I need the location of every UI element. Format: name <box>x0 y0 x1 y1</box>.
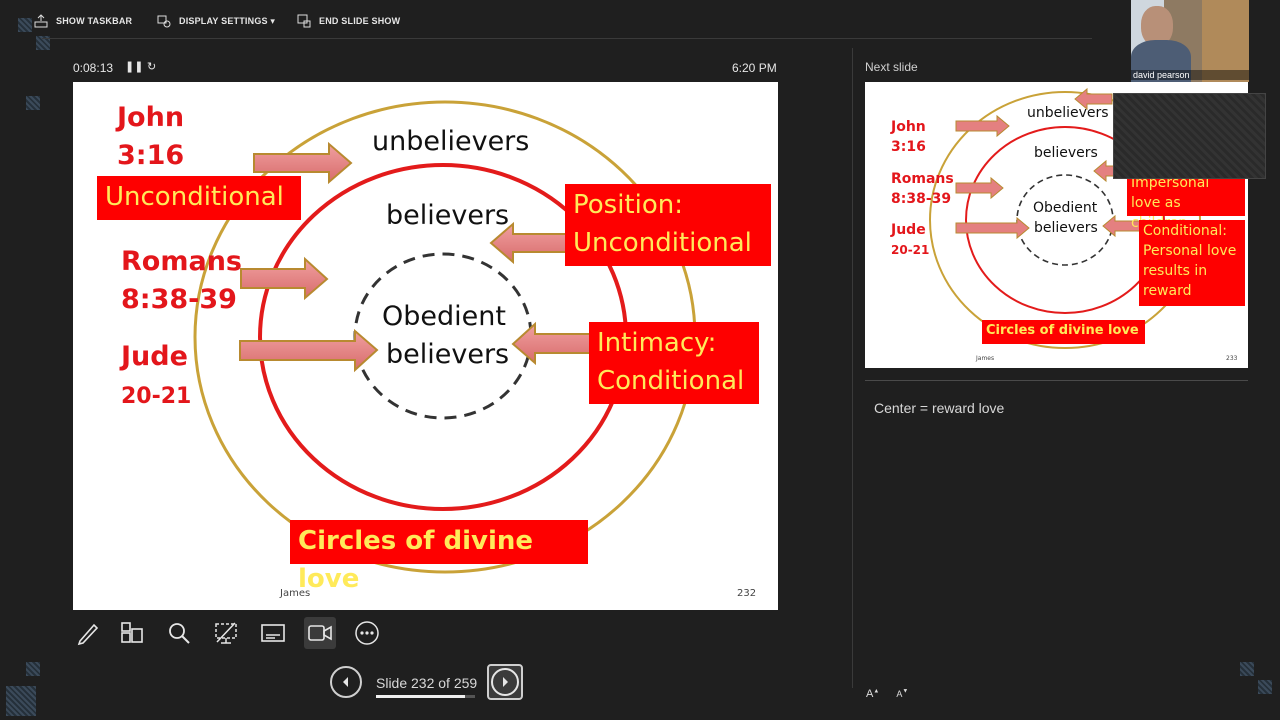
label-romans: Romans <box>121 246 242 277</box>
restart-icon: ↻ <box>147 61 157 73</box>
next-label-jude: Jude <box>891 222 926 238</box>
label-jude: Jude <box>121 341 188 372</box>
more-options-button[interactable] <box>351 617 383 649</box>
show-taskbar-label: SHOW TASKBAR <box>56 16 133 26</box>
next-title-box: Circles of divine love <box>982 320 1145 344</box>
intimacy-box: Intimacy: Conditional <box>589 322 759 404</box>
display-settings-label: DISPLAY SETTINGS ▾ <box>179 15 276 26</box>
next-circle-obedient-believers: believers <box>1034 220 1098 236</box>
next-slide-title: Circles of divine love <box>986 323 1139 338</box>
notes-divider <box>865 380 1248 381</box>
restart-timer-button[interactable]: ↻ <box>147 60 156 73</box>
corner-decoration <box>26 662 40 676</box>
unconditional-box: Unconditional <box>97 176 301 220</box>
webcam-name: david pearson <box>1133 70 1190 80</box>
webcam-name-label: david pearson <box>1131 70 1249 80</box>
next-label-john-ref: 3:16 <box>891 139 926 155</box>
display-settings-button[interactable]: DISPLAY SETTINGS ▾ <box>157 12 275 30</box>
position-line-1: Position: <box>573 190 683 220</box>
zoom-button[interactable] <box>163 617 195 649</box>
more-icon <box>355 621 379 645</box>
notes-font-controls: A▲ A▼ <box>866 688 908 700</box>
next-slide-page-number: 233 <box>1226 355 1238 362</box>
next-label-romans-ref: 8:38-39 <box>891 191 952 207</box>
next-conditional-line-2: Personal love <box>1143 243 1237 259</box>
previous-slide-button[interactable] <box>330 666 362 698</box>
decrease-font-button[interactable]: A▼ <box>896 688 908 700</box>
pause-icon: ❚❚ <box>125 61 144 73</box>
circle-label-believers: believers <box>386 200 510 231</box>
corner-decoration <box>6 686 36 716</box>
intimacy-line-1: Intimacy: <box>597 328 717 358</box>
slide-page-number: 232 <box>737 588 757 599</box>
show-taskbar-button[interactable]: SHOW TASKBAR <box>34 12 132 30</box>
corner-decoration <box>1240 662 1254 676</box>
video-camera-icon <box>308 625 332 641</box>
next-slide-button[interactable] <box>487 664 523 700</box>
magnifier-icon <box>169 623 190 644</box>
slide-progress-bar <box>376 695 475 698</box>
slide-counter: Slide 232 of 259 <box>376 675 478 691</box>
circle-label-obedient-believers: believers <box>386 339 510 370</box>
current-time: 6:20 PM <box>732 61 777 75</box>
pen-tool-button[interactable] <box>72 617 104 649</box>
subtitles-button[interactable] <box>257 617 289 649</box>
corner-decoration <box>26 96 40 110</box>
increase-font-button[interactable]: A▲ <box>866 688 879 700</box>
display-settings-icon <box>157 15 171 28</box>
next-circle-unbelievers: unbelievers <box>1027 105 1109 121</box>
slide-progress-fill <box>376 695 465 698</box>
see-all-slides-button[interactable] <box>116 617 148 649</box>
toolbar-divider <box>42 38 1092 39</box>
next-label-romans: Romans <box>891 171 954 187</box>
next-conditional-line-3: results in <box>1143 263 1208 279</box>
position-box: Position: Unconditional <box>565 184 771 266</box>
unconditional-text: Unconditional <box>105 182 284 212</box>
label-john: John <box>117 102 185 133</box>
black-screen-button[interactable] <box>210 617 242 649</box>
current-slide[interactable]: John 3:16 Romans 8:38-39 Jude 20-21 Unco… <box>73 82 778 610</box>
label-john-ref: 3:16 <box>117 140 185 171</box>
label-romans-ref: 8:38-39 <box>121 284 237 315</box>
label-jude-ref: 20-21 <box>121 384 192 409</box>
next-conditional-line-4: reward <box>1143 283 1192 299</box>
end-slide-show-label: END SLIDE SHOW <box>319 16 401 26</box>
slides-grid-icon <box>121 622 143 643</box>
elapsed-timer: 0:08:13 <box>73 61 114 75</box>
end-slide-show-button[interactable]: END SLIDE SHOW <box>297 12 400 30</box>
circle-label-obedient: Obedient <box>382 301 506 332</box>
previous-icon <box>343 677 348 687</box>
panel-divider <box>852 48 853 688</box>
arrow-romans <box>240 256 329 301</box>
next-circle-believers: believers <box>1034 145 1098 161</box>
next-label-jude-ref: 20-21 <box>891 243 930 257</box>
subtitles-icon <box>261 624 285 642</box>
pen-icon <box>77 623 99 646</box>
arrow-intimacy <box>511 321 591 366</box>
circle-label-unbelievers: unbelievers <box>372 126 530 157</box>
pause-timer-button[interactable]: ❚❚ <box>125 60 143 73</box>
secondary-video-tile <box>1113 93 1266 179</box>
next-slide-footer: James <box>976 355 995 362</box>
camera-toggle-button[interactable] <box>304 617 336 649</box>
next-conditional-box: Conditional: Personal love results in re… <box>1139 220 1245 306</box>
next-label-john: John <box>891 119 926 135</box>
next-conditional-line-1: Conditional: <box>1143 223 1227 239</box>
corner-decoration <box>1258 680 1272 694</box>
next-icon <box>503 677 508 687</box>
next-circle-obedient: Obedient <box>1033 200 1098 216</box>
next-slide-heading: Next slide <box>865 60 918 74</box>
slide-footer: James <box>280 588 311 599</box>
end-show-icon <box>297 14 311 28</box>
screen-toggle-icon <box>215 622 237 644</box>
intimacy-line-2: Conditional <box>597 366 745 396</box>
speaker-notes[interactable]: Center = reward love <box>874 400 1004 416</box>
slide-title-box: Circles of divine love <box>290 520 588 594</box>
inner-ring <box>353 252 533 420</box>
presenter-toolbar: SHOW TASKBAR DISPLAY SETTINGS ▾ END SLID… <box>0 0 1280 38</box>
position-line-2: Unconditional <box>573 228 752 258</box>
taskbar-icon <box>34 14 48 28</box>
